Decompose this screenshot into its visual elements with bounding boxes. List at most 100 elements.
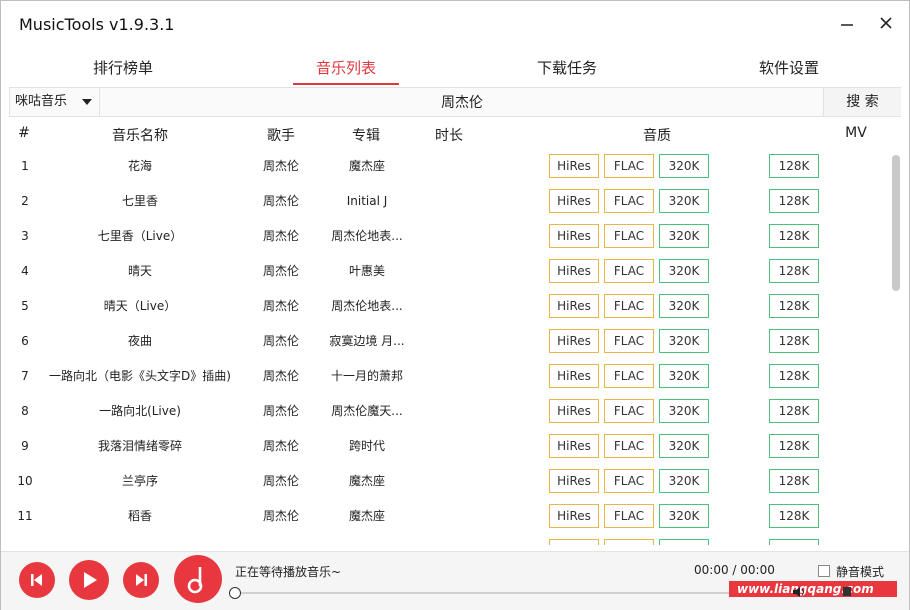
speaker-icon[interactable]: [792, 586, 806, 601]
table-row[interactable]: HiRes FLAC 320K 128K: [1, 534, 889, 545]
header-quality: 音质: [643, 128, 671, 144]
quality-320k-button[interactable]: 320K: [659, 189, 709, 213]
hires-button[interactable]: HiRes: [549, 364, 599, 388]
quality-128k-button[interactable]: 128K: [769, 294, 819, 318]
table-row[interactable]: 4 晴天 周杰伦 叶惠美 HiRes FLAC 320K 128K: [1, 254, 889, 289]
tab-music-list[interactable]: 音乐列表: [291, 53, 401, 85]
quality-320k-button[interactable]: 320K: [659, 364, 709, 388]
song-duration: [419, 464, 479, 499]
header-duration: 时长: [435, 128, 463, 144]
flac-button[interactable]: FLAC: [604, 364, 654, 388]
header-singer: 歌手: [267, 128, 295, 144]
hires-button[interactable]: HiRes: [549, 469, 599, 493]
source-select[interactable]: 咪咕音乐: [10, 88, 100, 116]
table-row[interactable]: 6 夜曲 周杰伦 寂寞边境 月... HiRes FLAC 320K 128K: [1, 324, 889, 359]
quality-128k-button[interactable]: 128K: [769, 399, 819, 423]
quality-128k-button[interactable]: 128K: [769, 154, 819, 178]
mute-label: 静音模式: [836, 565, 885, 579]
mute-checkbox[interactable]: [818, 565, 830, 577]
quality-128k-button[interactable]: 128K: [769, 469, 819, 493]
song-name: 一路向北（电影《头文字D》插曲): [49, 369, 231, 383]
quality-128k-button[interactable]: 128K: [769, 224, 819, 248]
quality-320k-button[interactable]: 320K: [659, 399, 709, 423]
minimize-button[interactable]: [837, 13, 857, 33]
table-row[interactable]: 7 一路向北（电影《头文字D》插曲) 周杰伦 十一月的萧邦 HiRes FLAC 320K 1…: [1, 359, 889, 394]
flac-button[interactable]: FLAC: [604, 434, 654, 458]
progress-knob[interactable]: [229, 587, 241, 599]
header-index: #: [18, 125, 30, 141]
hires-button[interactable]: HiRes: [549, 434, 599, 458]
tab-downloads[interactable]: 下载任务: [512, 53, 622, 85]
scrollbar-thumb[interactable]: [892, 155, 900, 291]
table-row[interactable]: 8 一路向北(Live) 周杰伦 周杰伦魔天... HiRes FLAC 320K 128K: [1, 394, 889, 429]
play-button[interactable]: [69, 560, 109, 600]
flac-button[interactable]: FLAC: [604, 329, 654, 353]
quality-320k-button[interactable]: 320K: [659, 434, 709, 458]
flac-button[interactable]: FLAC: [604, 189, 654, 213]
quality-128k-button[interactable]: 128K: [769, 504, 819, 528]
table-row[interactable]: 9 我落泪情绪零碎 周杰伦 跨时代 HiRes FLAC 320K 128K: [1, 429, 889, 464]
flac-button[interactable]: FLAC: [604, 469, 654, 493]
hires-button[interactable]: HiRes: [549, 504, 599, 528]
quality-128k-button[interactable]: 128K: [769, 364, 819, 388]
hires-button[interactable]: HiRes: [549, 189, 599, 213]
tab-charts[interactable]: 排行榜单: [68, 53, 178, 85]
song-duration: [419, 394, 479, 429]
search-input[interactable]: [101, 88, 823, 116]
hires-button[interactable]: HiRes: [549, 294, 599, 318]
hires-button[interactable]: HiRes: [549, 329, 599, 353]
quality-128k-button[interactable]: 128K: [769, 434, 819, 458]
song-duration: [419, 254, 479, 289]
scrollbar[interactable]: [891, 151, 901, 543]
song-singer: 周杰伦: [262, 474, 299, 488]
quality-128k-button[interactable]: 128K: [769, 539, 819, 545]
table-row[interactable]: 2 七里香 周杰伦 Initial J HiRes FLAC 320K 128K: [1, 184, 889, 219]
song-name: 晴天: [127, 264, 152, 278]
flac-button[interactable]: FLAC: [604, 539, 654, 545]
song-name: 夜曲: [127, 334, 152, 348]
quality-320k-button[interactable]: 320K: [659, 504, 709, 528]
quality-320k-button[interactable]: 320K: [659, 259, 709, 283]
quality-320k-button[interactable]: 320K: [659, 224, 709, 248]
header-album: 专辑: [352, 128, 380, 144]
flac-button[interactable]: FLAC: [604, 504, 654, 528]
table-row[interactable]: 3 七里香（Live） 周杰伦 周杰伦地表... HiRes FLAC 320K 128K: [1, 219, 889, 254]
flac-button[interactable]: FLAC: [604, 259, 654, 283]
flac-button[interactable]: FLAC: [604, 154, 654, 178]
quality-320k-button[interactable]: 320K: [659, 329, 709, 353]
song-duration: [419, 499, 479, 534]
quality-320k-button[interactable]: 320K: [659, 294, 709, 318]
quality-128k-button[interactable]: 128K: [769, 259, 819, 283]
hires-button[interactable]: HiRes: [549, 399, 599, 423]
quality-320k-button[interactable]: 320K: [659, 539, 709, 545]
close-button[interactable]: [876, 13, 896, 33]
search-button[interactable]: 搜 索: [823, 88, 901, 116]
quality-320k-button[interactable]: 320K: [659, 469, 709, 493]
quality-128k-button[interactable]: 128K: [769, 189, 819, 213]
main-tabs: 排行榜单 音乐列表 下载任务 软件设置: [1, 53, 909, 85]
table-row[interactable]: 11 稻香 周杰伦 魔杰座 HiRes FLAC 320K 128K: [1, 499, 889, 534]
volume-knob[interactable]: [843, 587, 851, 596]
hires-button[interactable]: HiRes: [549, 259, 599, 283]
hires-button[interactable]: HiRes: [549, 224, 599, 248]
song-duration: [419, 289, 479, 324]
minimize-icon: [841, 24, 853, 26]
progress-track[interactable]: [237, 592, 797, 594]
table-row[interactable]: 1 花海 周杰伦 魔杰座 HiRes FLAC 320K 128K: [1, 149, 889, 184]
quality-320k-button[interactable]: 320K: [659, 154, 709, 178]
flac-button[interactable]: FLAC: [604, 399, 654, 423]
song-singer: 周杰伦: [262, 229, 299, 243]
previous-button[interactable]: [19, 562, 55, 598]
tab-settings[interactable]: 软件设置: [734, 53, 844, 85]
next-button[interactable]: [123, 562, 159, 598]
song-duration: [419, 324, 479, 359]
flac-button[interactable]: FLAC: [604, 294, 654, 318]
hires-button[interactable]: HiRes: [549, 539, 599, 545]
table-row[interactable]: 5 晴天（Live） 周杰伦 周杰伦地表... HiRes FLAC 320K 128K: [1, 289, 889, 324]
quality-128k-button[interactable]: 128K: [769, 329, 819, 353]
time-display: 00:00 / 00:00: [694, 563, 775, 577]
table-row[interactable]: 10 兰亭序 周杰伦 魔杰座 HiRes FLAC 320K 128K: [1, 464, 889, 499]
flac-button[interactable]: FLAC: [604, 224, 654, 248]
song-duration: [419, 149, 479, 184]
hires-button[interactable]: HiRes: [549, 154, 599, 178]
